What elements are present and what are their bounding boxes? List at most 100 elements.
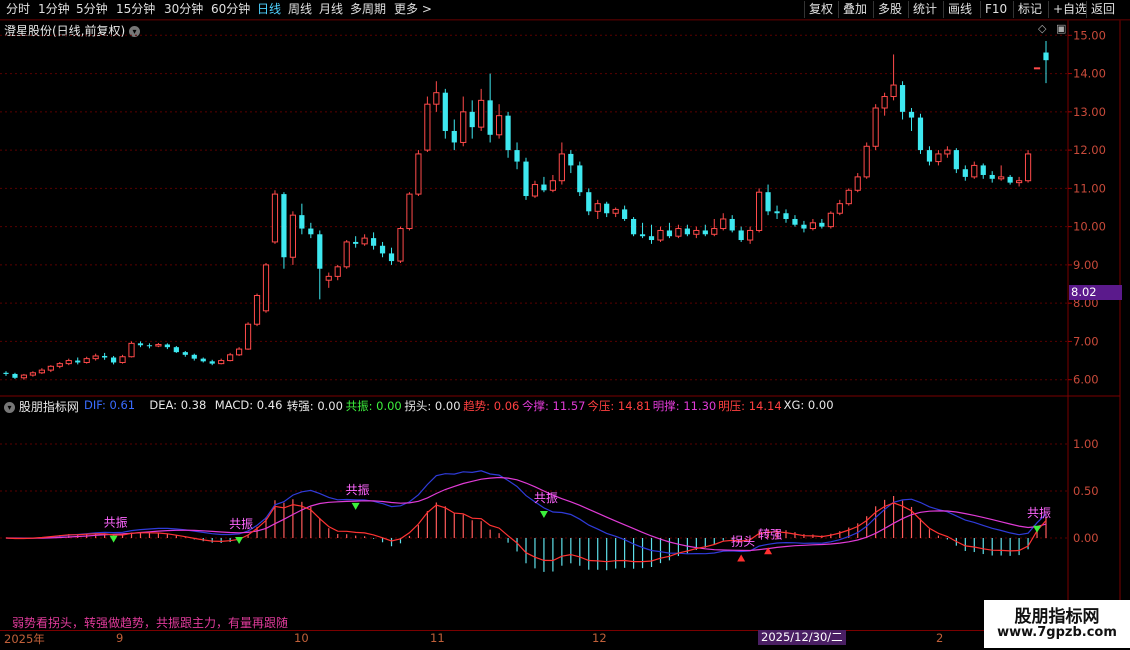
current-price-tag: 8.02 xyxy=(1069,285,1122,300)
candle-body-up xyxy=(1033,67,1041,70)
candle-body-up xyxy=(549,180,556,191)
candle-body-down xyxy=(164,344,170,348)
candle-body-up xyxy=(854,176,861,191)
candle-body-up xyxy=(227,354,234,362)
indicator-value: 共振: 0.00 xyxy=(345,399,402,413)
candle-body-down xyxy=(801,224,807,229)
indicator-value: DEA: 0.38 xyxy=(149,398,207,412)
candle-body-down xyxy=(75,360,81,363)
candle-body-down xyxy=(586,192,592,212)
candle-body-down xyxy=(738,230,744,241)
candle-body-down xyxy=(980,165,986,175)
candle-body-down xyxy=(702,230,708,235)
candle-body-up xyxy=(675,228,682,237)
candle-body-up xyxy=(433,92,440,105)
candle-body-up xyxy=(289,214,296,258)
candle-body-down xyxy=(146,345,153,347)
candle-body-up xyxy=(935,153,942,163)
candle-body-down xyxy=(3,372,9,374)
candle-body-up xyxy=(253,295,261,325)
candle-body-down xyxy=(684,228,690,235)
candle-body-down xyxy=(514,150,520,162)
candle-body-down xyxy=(137,343,144,346)
candle-body-up xyxy=(944,149,951,155)
candle-body-up xyxy=(38,369,45,374)
resonance-label: 共振 xyxy=(104,516,128,530)
candle-body-down xyxy=(487,100,493,135)
candle-body-down xyxy=(630,218,637,235)
price-tick-label: 14.00 xyxy=(1073,67,1106,81)
indicator-value: 拐头: 0.00 xyxy=(404,399,461,413)
candle-body-up xyxy=(756,191,763,231)
candle-body-down xyxy=(523,161,529,197)
indicator-value: 明撑: 11.30 xyxy=(652,399,717,413)
candle-body-up xyxy=(872,107,879,147)
candle-body-down xyxy=(353,241,359,244)
candle-body-up xyxy=(424,103,431,151)
candle-body-up xyxy=(415,153,422,195)
price-tick-label: 13.00 xyxy=(1073,105,1106,119)
candle-body-up xyxy=(827,212,834,228)
candle-body-up xyxy=(693,229,700,235)
resonance-label: 共振 xyxy=(1027,506,1051,520)
candle-body-up xyxy=(155,343,162,347)
chevron-down-icon[interactable]: ▾ xyxy=(4,402,15,413)
candle-body-down xyxy=(648,236,655,241)
candle-body-up xyxy=(971,164,978,178)
candle-body-down xyxy=(200,358,206,362)
candle-body-up xyxy=(262,264,270,312)
price-tick-label: 9.00 xyxy=(1073,258,1099,272)
candle-body-up xyxy=(594,203,601,212)
diamond-icon[interactable]: ◇ xyxy=(1038,22,1046,35)
candle-body-down xyxy=(639,234,646,237)
candle-body-up xyxy=(236,348,243,356)
price-tick-label: 11.00 xyxy=(1073,181,1106,195)
date-label: 10 xyxy=(294,631,309,645)
candle-body-up xyxy=(496,115,503,136)
strengthen-label: 转强 xyxy=(758,526,782,541)
candle-body-up xyxy=(83,358,90,363)
candle-body-down xyxy=(1043,52,1049,61)
candle-body-up xyxy=(460,111,467,143)
candle-body-up xyxy=(998,176,1005,180)
chart-canvas[interactable]: 共振 共振共振共振拐头转强共振 15.0014.0013.0012.0011.00… xyxy=(0,0,1130,650)
candle-body-up xyxy=(612,208,619,214)
candle-body-up xyxy=(128,342,135,358)
candle-body-down xyxy=(388,253,395,262)
indicator-value: MACD: 0.46 xyxy=(214,398,283,412)
grid xyxy=(0,19,1130,630)
candle-body-down xyxy=(317,234,323,269)
down-arrow-icon xyxy=(1033,525,1042,533)
candle-body-down xyxy=(819,222,825,227)
indicator-tick-label: 1.00 xyxy=(1073,437,1099,451)
candle-body-down xyxy=(917,117,924,151)
candle-body-down xyxy=(209,361,215,364)
candle-body-up xyxy=(361,237,368,245)
candle-body-up xyxy=(720,218,727,230)
candle-body-down xyxy=(962,169,968,177)
candle-body-down xyxy=(308,228,314,235)
down-arrow-icon xyxy=(109,535,118,543)
candle-body-up xyxy=(478,99,485,128)
slogan-text: 弱势看拐头，转强做趋势，共振跟主力，有量再跟随 xyxy=(12,616,289,630)
date-label: 2 xyxy=(936,631,944,645)
candle-body-up xyxy=(29,372,36,376)
candle-body-up xyxy=(244,323,252,350)
candle-body-down xyxy=(622,209,628,219)
window-icon[interactable]: ▣ xyxy=(1056,22,1066,35)
candle-body-down xyxy=(299,215,305,229)
candle-body-down xyxy=(442,92,448,131)
candles xyxy=(3,41,1049,380)
candle-body-up xyxy=(47,365,54,371)
watermark-title: 股朋指标网 xyxy=(1014,607,1100,627)
candle-body-down xyxy=(774,211,780,214)
candle-body-up xyxy=(845,189,852,205)
candle-body-up xyxy=(711,228,718,235)
date-label: 12 xyxy=(592,631,607,645)
indicator-tick-label: 0.50 xyxy=(1073,484,1099,498)
indicator-value: XG: 0.00 xyxy=(783,398,834,412)
candle-body-down xyxy=(908,111,915,118)
trend-line xyxy=(5,502,1047,563)
candle-body-down xyxy=(729,218,735,231)
candle-body-down xyxy=(577,165,583,193)
